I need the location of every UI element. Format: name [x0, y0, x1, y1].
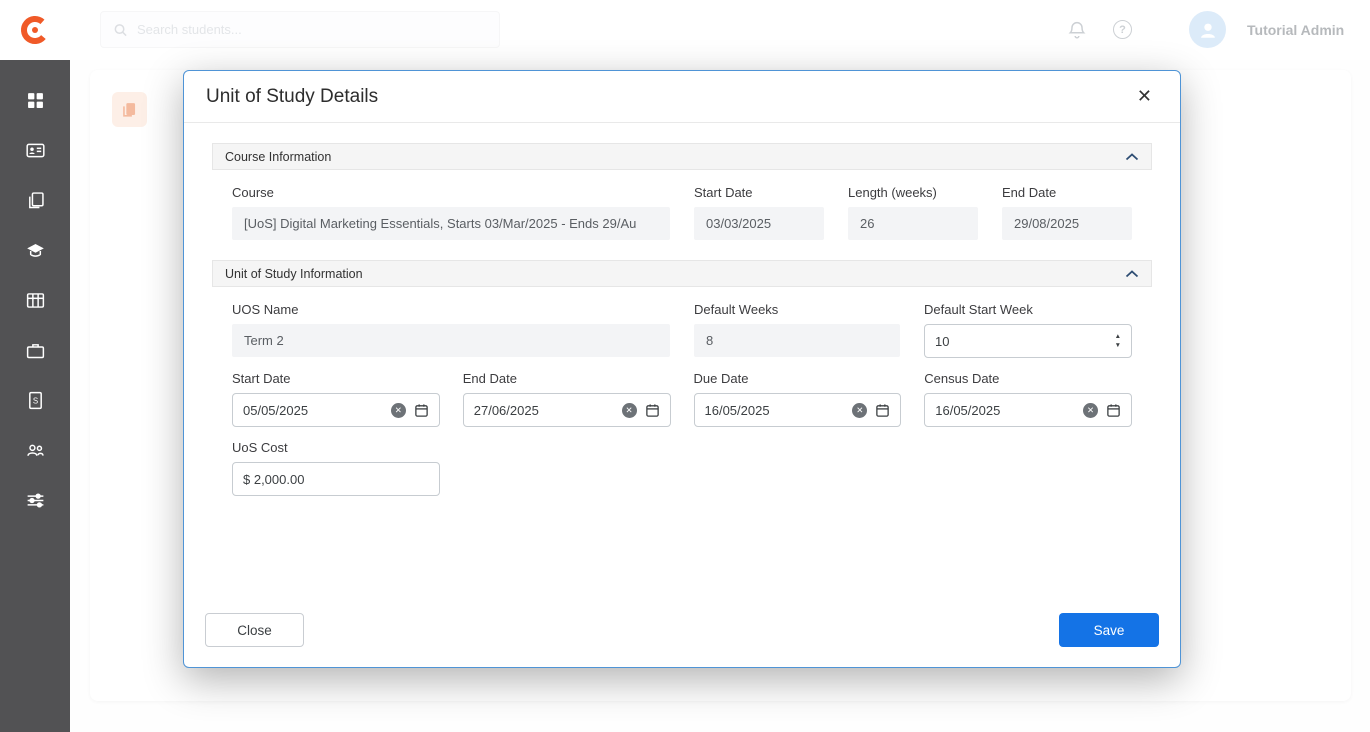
due-date-label: Due Date	[694, 371, 902, 386]
sliders-icon[interactable]	[24, 489, 46, 511]
default-weeks-value: 8	[706, 333, 713, 348]
due-date-value: 16/05/2025	[705, 403, 845, 418]
field-uos-name: UOS Name Term 2	[232, 302, 670, 358]
start-date-label: Start Date	[232, 371, 440, 386]
people-icon[interactable]	[24, 439, 46, 461]
graduation-cap-icon[interactable]	[24, 239, 46, 261]
save-button[interactable]: Save	[1059, 613, 1159, 647]
modal-title: Unit of Study Details	[206, 86, 378, 108]
section-title: Course Information	[225, 150, 331, 164]
start-date-value: 03/03/2025	[706, 216, 771, 231]
field-end-date-ro: End Date 29/08/2025	[1002, 185, 1132, 240]
census-date-value: 16/05/2025	[935, 403, 1075, 418]
contact-card-icon[interactable]	[24, 139, 46, 161]
length-weeks-input: 26	[848, 207, 978, 240]
default-start-week-label: Default Start Week	[924, 302, 1132, 317]
app-logo[interactable]	[0, 0, 70, 60]
sidebar-nav: S	[0, 60, 70, 511]
calendar-icon[interactable]	[414, 403, 429, 418]
end-date-input: 29/08/2025	[1002, 207, 1132, 240]
table-icon[interactable]	[24, 289, 46, 311]
chevron-up-icon[interactable]	[1125, 153, 1139, 161]
clear-icon[interactable]: ✕	[852, 403, 867, 418]
section-course-information[interactable]: Course Information	[212, 143, 1152, 170]
uos-cost-value: $ 2,000.00	[243, 472, 429, 487]
uos-cost-input[interactable]: $ 2,000.00	[232, 462, 440, 496]
course-information-body: Course [UoS] Digital Marketing Essential…	[212, 170, 1152, 260]
end-date-input[interactable]: 27/06/2025 ✕	[463, 393, 671, 427]
uos-cost-label: UoS Cost	[232, 440, 440, 455]
due-date-input[interactable]: 16/05/2025 ✕	[694, 393, 902, 427]
clear-icon[interactable]: ✕	[622, 403, 637, 418]
uos-name-label: UOS Name	[232, 302, 670, 317]
stepper-up-icon[interactable]: ▲	[1115, 334, 1121, 340]
uos-name-input: Term 2	[232, 324, 670, 357]
modal-footer: Close Save	[205, 613, 1159, 647]
end-date-value: 29/08/2025	[1014, 216, 1079, 231]
clear-glyph: ✕	[856, 405, 863, 416]
calendar-icon[interactable]	[875, 403, 890, 418]
default-start-week-value: 10	[935, 334, 1107, 349]
field-default-weeks: Default Weeks 8	[694, 302, 900, 358]
modal-body: Course Information Course [UoS] Digital …	[184, 123, 1180, 526]
field-course: Course [UoS] Digital Marketing Essential…	[232, 185, 670, 240]
clear-icon[interactable]: ✕	[391, 403, 406, 418]
close-icon[interactable]: ✕	[1131, 82, 1158, 111]
course-label: Course	[232, 185, 670, 200]
uos-information-body: UOS Name Term 2 Default Weeks 8 Default …	[212, 287, 1152, 526]
modal-header: Unit of Study Details ✕	[184, 71, 1180, 123]
field-end-date: End Date 27/06/2025 ✕	[463, 371, 671, 427]
end-date-value: 27/06/2025	[474, 403, 614, 418]
close-button[interactable]: Close	[205, 613, 304, 647]
start-date-label: Start Date	[694, 185, 824, 200]
length-weeks-value: 26	[860, 216, 874, 231]
clear-icon[interactable]: ✕	[1083, 403, 1098, 418]
start-date-value: 05/05/2025	[243, 403, 383, 418]
uos-name-value: Term 2	[244, 333, 284, 348]
clear-glyph: ✕	[395, 405, 402, 416]
section-title: Unit of Study Information	[225, 267, 363, 281]
default-weeks-input: 8	[694, 324, 900, 357]
field-due-date: Due Date 16/05/2025 ✕	[694, 371, 902, 427]
default-weeks-label: Default Weeks	[694, 302, 900, 317]
dashboard-icon[interactable]	[24, 89, 46, 111]
calendar-icon[interactable]	[1106, 403, 1121, 418]
census-date-label: Census Date	[924, 371, 1132, 386]
chevron-up-icon[interactable]	[1125, 270, 1139, 278]
field-start-date-ro: Start Date 03/03/2025	[694, 185, 824, 240]
end-date-label: End Date	[1002, 185, 1132, 200]
course-value: [UoS] Digital Marketing Essentials, Star…	[244, 216, 636, 231]
briefcase-icon[interactable]	[24, 339, 46, 361]
end-date-label: End Date	[463, 371, 671, 386]
calendar-icon[interactable]	[645, 403, 660, 418]
sidebar: S	[0, 0, 70, 732]
clear-glyph: ✕	[1087, 405, 1094, 416]
start-date-input[interactable]: 05/05/2025 ✕	[232, 393, 440, 427]
course-input: [UoS] Digital Marketing Essentials, Star…	[232, 207, 670, 240]
census-date-input[interactable]: 16/05/2025 ✕	[924, 393, 1132, 427]
stepper-down-icon[interactable]: ▼	[1115, 343, 1121, 349]
app-logo-icon	[18, 13, 52, 47]
unit-of-study-modal: Unit of Study Details ✕ Course Informati…	[183, 70, 1181, 668]
field-census-date: Census Date 16/05/2025 ✕	[924, 371, 1132, 427]
statement-icon[interactable]: S	[24, 389, 46, 411]
field-start-date: Start Date 05/05/2025 ✕	[232, 371, 440, 427]
number-stepper: ▲ ▼	[1115, 334, 1121, 349]
clear-glyph: ✕	[625, 405, 632, 416]
svg-text:S: S	[32, 396, 37, 405]
field-length-weeks: Length (weeks) 26	[848, 185, 978, 240]
field-uos-cost: UoS Cost $ 2,000.00	[232, 440, 440, 496]
field-default-start-week: Default Start Week 10 ▲ ▼	[924, 302, 1132, 358]
length-weeks-label: Length (weeks)	[848, 185, 978, 200]
start-date-input: 03/03/2025	[694, 207, 824, 240]
section-unit-of-study-information[interactable]: Unit of Study Information	[212, 260, 1152, 287]
default-start-week-input[interactable]: 10 ▲ ▼	[924, 324, 1132, 358]
documents-icon[interactable]	[24, 189, 46, 211]
